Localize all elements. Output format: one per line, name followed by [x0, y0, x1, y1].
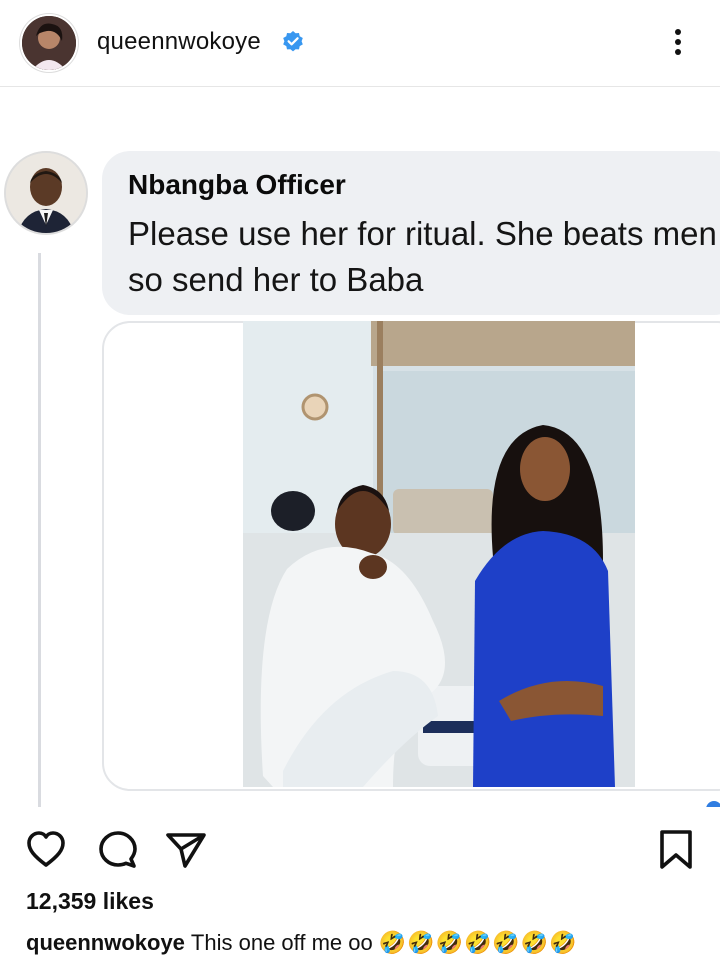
caption-emojis: 🤣🤣🤣🤣🤣🤣🤣 — [378, 931, 578, 956]
more-vertical-icon[interactable] — [664, 24, 692, 60]
comment-text: Please use her for ritual. She beats men… — [128, 215, 717, 298]
header-username[interactable]: queennwokoye — [97, 28, 261, 56]
thread-line — [38, 253, 41, 807]
commenter-avatar — [4, 151, 88, 235]
likes-count[interactable]: 12,359 likes — [26, 888, 154, 915]
post-header: queennwokoye — [0, 0, 720, 87]
post-caption: queennwokoye This one off me oo 🤣🤣🤣🤣🤣🤣🤣 — [26, 930, 578, 956]
blue-indicator — [706, 801, 720, 807]
verified-badge-icon — [283, 31, 303, 52]
bookmark-icon[interactable] — [654, 828, 698, 872]
comment-icon[interactable] — [96, 828, 140, 872]
post-actions — [0, 808, 720, 888]
caption-text: This one off me oo — [190, 930, 373, 955]
heart-icon[interactable] — [24, 828, 68, 872]
post-image[interactable]: Nbangba Officer Please use her for ritua… — [0, 87, 720, 807]
comment-author: Nbangba Officer — [128, 169, 346, 200]
profile-avatar[interactable] — [22, 16, 76, 70]
attached-photo — [243, 321, 635, 787]
caption-username[interactable]: queennwokoye — [26, 930, 185, 955]
send-icon[interactable] — [164, 828, 208, 872]
